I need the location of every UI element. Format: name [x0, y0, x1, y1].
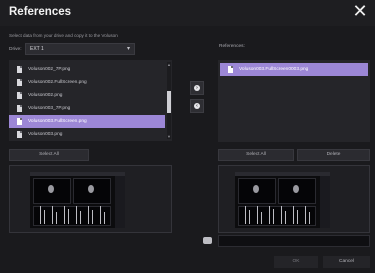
- chevron-down-icon: ▾: [126, 46, 130, 52]
- add-to-references-button[interactable]: ›: [190, 81, 204, 95]
- references-list[interactable]: Voluson003.FullScreen0003.png: [218, 60, 370, 142]
- cancel-button[interactable]: Cancel: [323, 256, 370, 268]
- drive-label: Drive:: [9, 47, 22, 52]
- file-list-item[interactable]: Voluson003_7P.png: [9, 102, 165, 115]
- file-name: Voluson002.png: [28, 93, 63, 98]
- file-preview: [9, 165, 172, 233]
- file-name: Voluson002_7P.png: [28, 67, 71, 72]
- file-icon: [17, 118, 22, 125]
- close-icon[interactable]: ✕: [351, 2, 369, 20]
- drive-value: EXT 1: [30, 46, 44, 52]
- comment-input[interactable]: [218, 235, 370, 247]
- file-name: Voluson003.png: [28, 132, 63, 137]
- file-list-item[interactable]: Voluson002.FullScreen.png: [9, 76, 165, 89]
- references-label: References:: [219, 44, 245, 49]
- file-name: Voluson003_7P.png: [28, 106, 71, 111]
- file-list[interactable]: Voluson002_7P.png Voluson002.FullScreen.…: [9, 60, 172, 141]
- file-list-item[interactable]: Voluson003.png: [9, 128, 165, 141]
- file-icon: [17, 131, 22, 138]
- reference-preview: [218, 165, 370, 233]
- comment-icon: [203, 237, 212, 244]
- scroll-thumb[interactable]: [167, 91, 171, 113]
- drive-select[interactable]: EXT 1 ▾: [25, 43, 135, 55]
- file-icon: [17, 79, 22, 86]
- scroll-down-icon[interactable]: ▼: [167, 134, 171, 139]
- ok-button[interactable]: OK: [274, 256, 318, 268]
- file-name: Voluson003.FullScreen0003.png: [239, 67, 309, 72]
- window-title: References: [9, 6, 72, 18]
- file-list-item-selected[interactable]: Voluson003.FullScreen.png: [9, 115, 165, 128]
- preview-image: [30, 172, 125, 228]
- reference-preview-image: [235, 172, 330, 228]
- references-list-item-selected[interactable]: Voluson003.FullScreen0003.png: [220, 63, 368, 76]
- select-all-button[interactable]: Select All: [9, 149, 89, 161]
- file-icon: [17, 105, 22, 112]
- file-name: Voluson002.FullScreen.png: [28, 80, 87, 85]
- arrow-right-icon: ›: [194, 85, 200, 91]
- scroll-up-icon[interactable]: ▲: [167, 62, 171, 67]
- arrow-left-icon: ‹: [194, 103, 200, 109]
- file-icon: [17, 92, 22, 99]
- instruction-text: Select data from your drive and copy it …: [9, 33, 118, 38]
- select-all-references-button[interactable]: Select All: [218, 149, 294, 161]
- file-icon: [17, 66, 22, 73]
- file-list-item[interactable]: Voluson002.png: [9, 89, 165, 102]
- file-name: Voluson003.FullScreen.png: [28, 119, 87, 124]
- file-list-scrollbar[interactable]: ▲ ▼: [167, 62, 171, 139]
- file-list-item[interactable]: Voluson002_7P.png: [9, 63, 165, 76]
- title-bar: References ✕: [0, 0, 375, 26]
- file-icon: [228, 66, 233, 73]
- remove-from-references-button[interactable]: ‹: [190, 99, 204, 113]
- delete-button[interactable]: Delete: [297, 149, 370, 161]
